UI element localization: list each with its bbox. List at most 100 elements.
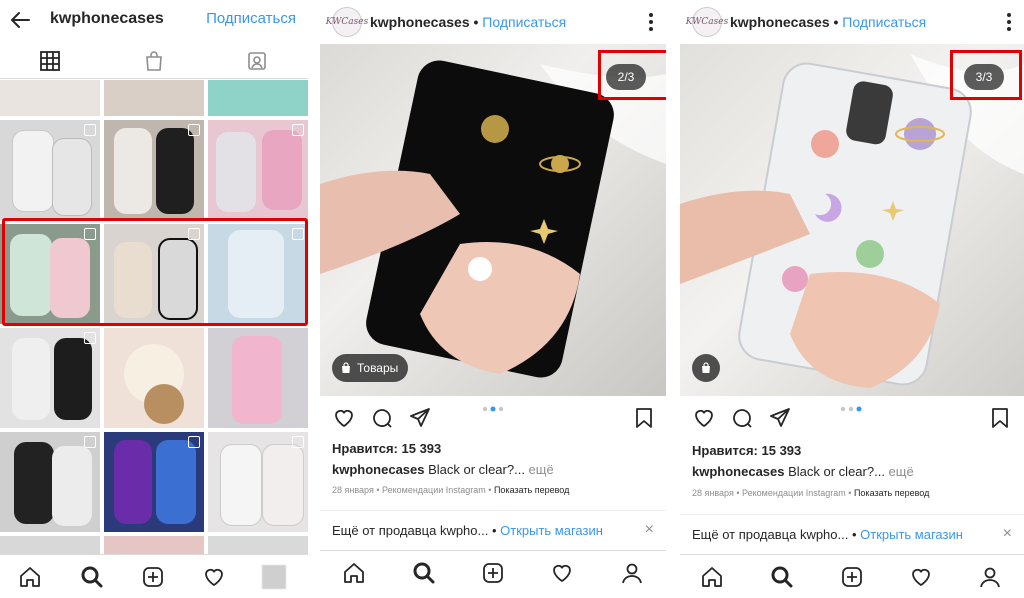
likes-count[interactable]: Нравится: 15 393 (332, 441, 441, 456)
seller-label: Ещё от продавца kwpho... (332, 523, 489, 538)
grid-post[interactable] (104, 432, 204, 532)
follow-button[interactable]: Подписаться (206, 10, 296, 27)
comment-icon[interactable] (730, 406, 754, 430)
search-icon[interactable] (770, 565, 794, 589)
post-header: KWCases kwphonecases • Подписаться (680, 0, 1024, 44)
counter-highlight (598, 50, 666, 100)
open-shop-link[interactable]: Открыть магазин (860, 527, 963, 542)
post-avatar[interactable]: KWCases (326, 7, 368, 37)
seller-bar: Ещё от продавца kwpho... • Открыть магаз… (320, 510, 666, 551)
profile-tabs (0, 44, 308, 79)
grid-post[interactable] (0, 536, 100, 556)
grid-post[interactable] (208, 432, 308, 532)
multi-photo-icon (84, 332, 96, 344)
profile-avatar[interactable] (262, 565, 286, 589)
divider (666, 0, 680, 598)
heart-icon[interactable] (909, 565, 933, 589)
add-icon[interactable] (840, 565, 864, 589)
counter-highlight (950, 50, 1022, 100)
grid-post[interactable] (0, 328, 100, 428)
shopping-bag-icon (342, 362, 350, 373)
multi-photo-icon (292, 436, 304, 448)
follow-button[interactable]: Подписаться (482, 14, 566, 30)
heart-icon[interactable] (332, 406, 356, 430)
close-icon[interactable]: × (645, 521, 654, 539)
shopping-bag-icon[interactable] (143, 50, 165, 72)
grid-post[interactable] (0, 80, 100, 116)
heart-icon[interactable] (550, 561, 574, 585)
grid-post[interactable] (208, 120, 308, 220)
comment-icon[interactable] (370, 406, 394, 430)
post-username[interactable]: kwphonecases (730, 14, 830, 30)
likes-count[interactable]: Нравится: 15 393 (692, 443, 801, 458)
open-shop-link[interactable]: Открыть магазин (500, 523, 603, 538)
search-icon[interactable] (412, 561, 436, 585)
profile-username: kwphonecases (50, 10, 164, 27)
heart-icon[interactable] (202, 565, 226, 589)
grid-post[interactable] (104, 328, 204, 428)
close-icon[interactable]: × (1003, 525, 1012, 543)
grid-post[interactable] (104, 536, 204, 556)
post-username[interactable]: kwphonecases (370, 14, 470, 30)
profile-screen: kwphonecases Подписаться (0, 0, 308, 598)
bottom-nav (320, 550, 666, 595)
seller-bar: Ещё от продавца kwpho... • Открыть магаз… (680, 514, 1024, 555)
home-icon[interactable] (18, 565, 42, 589)
add-icon[interactable] (481, 561, 505, 585)
translate-link[interactable]: Показать перевод (494, 485, 569, 495)
more-link[interactable]: ещё (889, 464, 914, 479)
profile-icon[interactable] (620, 561, 644, 585)
post-actions (320, 404, 666, 434)
share-icon[interactable] (408, 406, 432, 430)
tagged-icon[interactable] (246, 50, 268, 72)
carousel-indicator (482, 406, 504, 412)
seller-label: Ещё от продавца kwpho... (692, 527, 849, 542)
post-caption: kwphonecases Black or clear?... ещё (692, 464, 914, 479)
add-icon[interactable] (141, 565, 165, 589)
grid-post[interactable] (208, 80, 308, 116)
bookmark-icon[interactable] (988, 406, 1012, 430)
profile-icon[interactable] (978, 565, 1002, 589)
grid-icon[interactable] (39, 50, 61, 72)
back-arrow-icon[interactable] (8, 8, 32, 32)
bookmark-icon[interactable] (632, 406, 656, 430)
grid-post[interactable] (0, 120, 100, 220)
products-label: Товары (357, 361, 399, 375)
post-screen: KWCases kwphonecases • Подписаться 3/3 Н… (680, 0, 1024, 598)
products-button[interactable]: Товары (332, 354, 409, 382)
bottom-nav (680, 554, 1024, 598)
multi-photo-icon (188, 124, 200, 136)
post-caption: kwphonecases Black or clear?... ещё (332, 462, 554, 477)
products-button[interactable] (692, 354, 720, 382)
more-link[interactable]: ещё (529, 462, 554, 477)
home-icon[interactable] (700, 565, 724, 589)
post-meta: 28 января • Рекомендации Instagram • Пок… (332, 485, 570, 495)
multi-photo-icon (292, 124, 304, 136)
more-icon[interactable] (1006, 12, 1012, 32)
grid-post[interactable] (208, 536, 308, 556)
post-avatar[interactable]: KWCases (686, 7, 728, 37)
grid-post[interactable] (104, 120, 204, 220)
multi-photo-icon (84, 124, 96, 136)
profile-header: kwphonecases Подписаться (0, 0, 308, 40)
caption-username[interactable]: kwphonecases (332, 462, 425, 477)
share-icon[interactable] (768, 406, 792, 430)
post-header: KWCases kwphonecases • Подписаться (320, 0, 666, 44)
bottom-nav (0, 554, 308, 598)
more-icon[interactable] (648, 12, 654, 32)
translate-link[interactable]: Показать перевод (854, 488, 929, 498)
grid-post[interactable] (208, 328, 308, 428)
post-screen: KWCases kwphonecases • Подписаться 2/3 Т… (320, 0, 666, 598)
caption-username[interactable]: kwphonecases (692, 464, 785, 479)
multi-photo-icon (188, 436, 200, 448)
carousel-indicator (840, 406, 862, 412)
highlight-frame (2, 218, 308, 326)
search-icon[interactable] (80, 565, 104, 589)
grid-post[interactable] (0, 432, 100, 532)
shopping-bag-icon (702, 362, 710, 373)
grid-post[interactable] (104, 80, 204, 116)
follow-button[interactable]: Подписаться (842, 14, 926, 30)
heart-icon[interactable] (692, 406, 716, 430)
home-icon[interactable] (342, 561, 366, 585)
multi-photo-icon (84, 436, 96, 448)
